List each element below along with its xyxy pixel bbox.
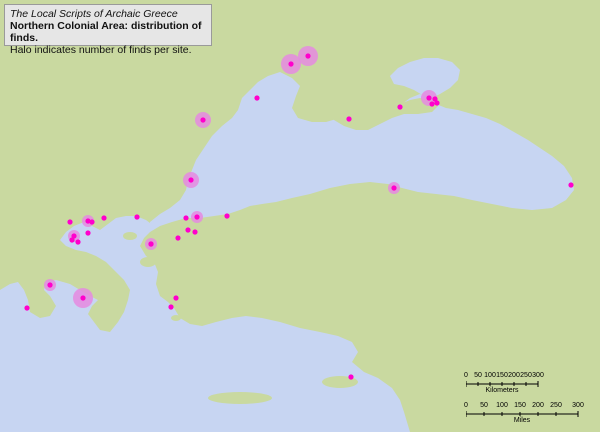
site-marker-phanagoria[interactable] <box>434 100 440 106</box>
site-marker-sinope[interactable] <box>391 185 397 191</box>
site-marker-selymbria[interactable] <box>185 227 191 233</box>
scale-mi-tick: 300 <box>572 402 584 409</box>
map-canvas[interactable] <box>0 0 600 432</box>
site-marker-corinth[interactable] <box>24 305 30 311</box>
chios-island <box>171 315 181 321</box>
scale-bar-miles: 0 50 100 150 200 250 300 Miles <box>464 402 591 426</box>
thasos-island <box>123 232 137 240</box>
site-marker-istros[interactable] <box>188 177 194 183</box>
scale-mi-tick: 200 <box>532 402 544 409</box>
scale-km-tick: 300 <box>532 372 544 379</box>
scale-mi-tick: 100 <box>496 402 508 409</box>
map-title-line3: Halo indicates number of finds per site. <box>10 44 192 56</box>
site-marker-pydna[interactable] <box>69 237 75 243</box>
scale-km-tick: 200 <box>508 372 520 379</box>
cyclades-island <box>116 307 124 313</box>
site-marker-byzantion[interactable] <box>194 214 200 220</box>
scale-km-tick: 100 <box>484 372 496 379</box>
scale-bar-km: 0 50 100 150 200 250 300 Kilometers <box>464 372 566 396</box>
site-marker-phasis[interactable] <box>568 182 574 188</box>
site-marker-nikonion[interactable] <box>200 117 206 123</box>
site-marker-perinthos[interactable] <box>183 215 189 221</box>
site-marker-samothrace[interactable] <box>75 239 81 245</box>
site-marker-olbia[interactable] <box>305 53 311 59</box>
site-marker-berezan[interactable] <box>288 61 294 67</box>
site-marker-sounion[interactable] <box>173 295 179 301</box>
map[interactable]: The Local Scripts of Archaic Greece Nort… <box>0 0 600 432</box>
lemnos-island <box>140 257 156 267</box>
scale-km-tick: 50 <box>474 372 482 379</box>
site-marker-tyras[interactable] <box>254 95 260 101</box>
crete-island <box>208 392 272 404</box>
site-marker-kerkinitis[interactable] <box>346 116 352 122</box>
site-marker-kyzikos[interactable] <box>148 241 154 247</box>
site-marker-torone[interactable] <box>89 219 95 225</box>
scale-mi-tick: 50 <box>480 402 488 409</box>
site-marker-imbros[interactable] <box>85 230 91 236</box>
site-marker-theodosia[interactable] <box>397 104 403 110</box>
site-marker-maroneia[interactable] <box>175 235 181 241</box>
scale-mi-tick: 0 <box>464 402 468 409</box>
scale-km-tick: 150 <box>496 372 508 379</box>
scale-km-tick: 250 <box>520 372 532 379</box>
scale-mi-unit: Miles <box>513 417 531 424</box>
scale-km-unit: Kilometers <box>485 387 519 394</box>
site-marker-hermonassa[interactable] <box>429 101 435 107</box>
site-marker-athens[interactable] <box>80 295 86 301</box>
site-marker-amphipolis[interactable] <box>101 215 107 221</box>
site-marker-mende[interactable] <box>67 219 73 225</box>
site-marker-abdera[interactable] <box>192 229 198 235</box>
map-title-line2: Northern Colonial Area: distribution of … <box>10 20 202 44</box>
scale-km-tick: 0 <box>464 372 468 379</box>
site-marker-delphi[interactable] <box>47 282 53 288</box>
scale-mi-tick: 150 <box>514 402 526 409</box>
lesbos-island <box>160 286 172 294</box>
site-marker-cyprus[interactable] <box>348 374 354 380</box>
site-marker-pantikapaion[interactable] <box>426 95 432 101</box>
site-marker-naxos[interactable] <box>168 304 174 310</box>
map-title-box: The Local Scripts of Archaic Greece Nort… <box>4 4 212 56</box>
scale-mi-tick: 250 <box>550 402 562 409</box>
site-marker-apollonia[interactable] <box>224 213 230 219</box>
site-marker-thasos[interactable] <box>134 214 140 220</box>
map-title-line1: The Local Scripts of Archaic Greece <box>10 8 178 20</box>
